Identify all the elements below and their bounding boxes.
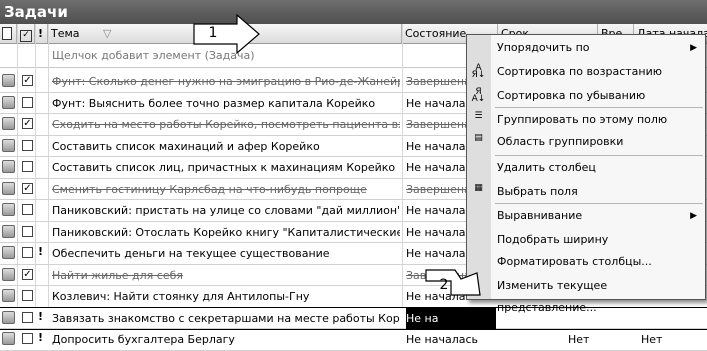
callout-number-1: 1 — [208, 25, 218, 41]
menu-item-label: Область группировки — [497, 135, 624, 148]
menu-item-label: Сортировка по возрастанию — [497, 65, 663, 78]
window-title: Задачи — [0, 0, 707, 24]
complete-checkbox[interactable]: ✓ — [22, 182, 33, 194]
task-icon — [2, 246, 15, 259]
task-icon — [2, 224, 15, 238]
header-importance-column[interactable]: ! — [35, 24, 48, 43]
complete-checkbox[interactable]: ✓ — [22, 268, 33, 280]
complete-checkbox[interactable]: ✓ — [22, 118, 33, 129]
menu-item-11[interactable]: Изменить текущее представление... — [467, 275, 705, 314]
menu-item-label: Изменить текущее представление... — [497, 279, 608, 314]
menu-item-9[interactable]: Подобрать ширину — [467, 229, 705, 251]
header-complete-column[interactable]: ✓ — [17, 24, 35, 43]
task-icon — [2, 117, 15, 130]
submenu-arrow-icon: ▶ — [690, 43, 697, 53]
complete-checkbox[interactable] — [22, 96, 33, 108]
menu-item-label: Сортировка по убыванию — [497, 89, 646, 102]
task-topic[interactable]: Сменить гостиницу Карлсбад на что-нибудь… — [52, 179, 400, 200]
task-topic[interactable]: Фунт: Сколько денег нужно на эмиграцию в… — [52, 71, 400, 92]
menu-separator — [495, 155, 703, 156]
header-icon-column[interactable] — [0, 24, 17, 43]
task-topic[interactable]: Составить список лиц, причастных к махин… — [52, 157, 400, 178]
complete-checkbox[interactable] — [22, 333, 33, 344]
sort-ascending-icon: А Я↓ — [471, 63, 486, 80]
task-icon — [2, 203, 15, 216]
complete-checkbox[interactable] — [22, 311, 33, 323]
header-topic-label: Тема — [51, 27, 80, 40]
importance-icon: ! — [38, 331, 44, 344]
task-topic[interactable]: Козлевич: Найти стоянку для Антилопы-Гну — [52, 286, 400, 307]
callout-number-2: 2 — [439, 277, 449, 293]
task-icon — [2, 267, 15, 281]
submenu-arrow-icon: ▶ — [690, 211, 697, 221]
menu-item-4[interactable]: ☰ Группировать по этому полю — [467, 109, 705, 131]
task-icon — [2, 289, 15, 302]
task-icon — [2, 160, 15, 173]
importance-icon: ! — [38, 309, 44, 323]
task-state[interactable]: Не началась — [406, 329, 496, 350]
task-icon — [2, 138, 15, 152]
menu-item-6[interactable]: Удалить столбец — [467, 157, 705, 179]
task-icon — [2, 181, 15, 195]
task-icon — [2, 310, 15, 324]
context-menu: Упорядочить по ▶ А Я↓ Сортировка по возраста… — [466, 34, 706, 314]
field-chooser-icon: ▦ — [474, 183, 483, 193]
menu-item-7[interactable]: ▦ Выбрать поля — [467, 181, 705, 203]
menu-item-3[interactable]: Я А↓ Сортировка по убыванию — [467, 85, 705, 107]
complete-checkbox[interactable] — [22, 225, 33, 237]
menu-item-10[interactable]: Форматировать столбцы... — [467, 251, 705, 273]
task-topic[interactable]: Обеспечить деньги на текущее существован… — [52, 243, 400, 264]
task-topic[interactable]: Допросить бухгалтера Берлагу — [52, 329, 400, 350]
sort-descending-icon: Я А↓ — [471, 87, 486, 104]
task-start-date[interactable]: Нет — [641, 329, 662, 350]
complete-checkbox[interactable] — [22, 290, 33, 301]
group-by-field-icon: ☰ — [474, 111, 483, 121]
menu-separator — [495, 107, 703, 108]
sort-indicator-icon: ▽ — [103, 27, 112, 40]
table-row[interactable]: ! Допросить бухгалтера Берлагу Не началась… — [0, 329, 707, 351]
task-topic[interactable]: Паниковский: Отослать Корейко книгу "Кап… — [52, 222, 400, 243]
menu-item-label: Группировать по этому полю — [497, 113, 668, 126]
menu-separator — [495, 203, 703, 204]
task-state[interactable]: Не на — [406, 307, 496, 329]
importance-icon: ! — [38, 27, 44, 40]
group-box-icon: ▤ — [474, 133, 483, 143]
complete-checkbox[interactable] — [22, 204, 33, 215]
task-topic[interactable]: Паниковский: пристать на улице со словам… — [52, 200, 400, 221]
menu-item-1[interactable]: Упорядочить по ▶ — [467, 37, 705, 59]
menu-item-label: Подобрать ширину — [497, 233, 609, 246]
complete-checkbox[interactable]: ✓ — [22, 75, 33, 86]
menu-item-8[interactable]: Выравнивание ▶ — [467, 205, 705, 227]
task-topic[interactable]: Завязать знакомство с секретаршами на ме… — [52, 308, 400, 329]
complete-checkbox[interactable] — [22, 247, 33, 258]
menu-item-label: Выбрать поля — [497, 185, 578, 198]
menu-item-label: Форматировать столбцы... — [497, 255, 652, 268]
menu-item-2[interactable]: А Я↓ Сортировка по возрастанию — [467, 61, 705, 83]
menu-item-label: Удалить столбец — [497, 161, 596, 174]
complete-checkbox[interactable] — [22, 161, 33, 172]
task-topic[interactable]: Сходить на место работы Корейко, посмотр… — [52, 114, 400, 135]
task-topic[interactable]: Найти жилье для себя — [52, 265, 400, 286]
menu-item-label: Упорядочить по — [497, 41, 590, 54]
complete-checkbox[interactable] — [22, 139, 33, 151]
importance-icon: ! — [38, 245, 44, 258]
task-term[interactable]: Нет — [568, 329, 589, 350]
task-topic[interactable]: Составить список махинаций и афер Корейк… — [52, 136, 400, 157]
menu-item-label: Выравнивание — [497, 209, 583, 222]
task-topic[interactable]: Фунт: Выяснить более точно размер капита… — [52, 93, 400, 114]
menu-item-5[interactable]: ▤ Область группировки — [467, 131, 705, 153]
task-icon — [2, 95, 15, 109]
document-icon — [2, 27, 12, 40]
task-icon — [2, 332, 15, 345]
checkbox-icon: ✓ — [20, 30, 32, 42]
task-icon — [2, 74, 15, 87]
